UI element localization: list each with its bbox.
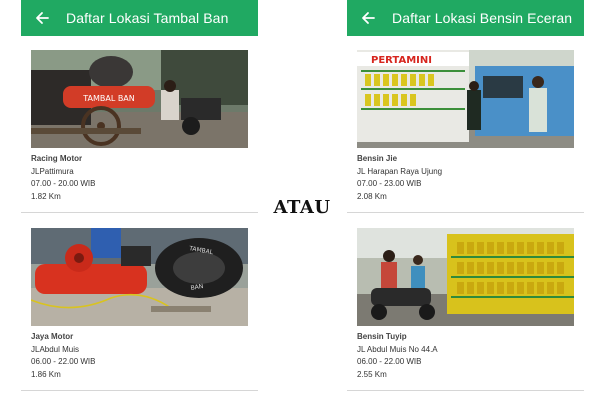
location-info: Racing Motor JLPattimura 07.00 - 20.00 W… bbox=[31, 153, 95, 203]
divider bbox=[347, 212, 584, 213]
list-item[interactable]: Bensin Tuyip JL Abdul Muis No 44.A 06.00… bbox=[347, 214, 584, 400]
location-photo: PERTAMINI bbox=[357, 50, 574, 148]
location-info: Jaya Motor JLAbdul Muis 06.00 - 22.00 WI… bbox=[31, 331, 95, 381]
location-hours: 07.00 - 23.00 WIB bbox=[357, 179, 422, 188]
screen-title: Daftar Lokasi Tambal Ban bbox=[66, 10, 229, 26]
location-name: Bensin Jie bbox=[357, 154, 398, 163]
location-address: JLPattimura bbox=[31, 166, 74, 176]
separator-label: ATAU bbox=[273, 197, 331, 218]
divider bbox=[21, 390, 258, 391]
divider bbox=[347, 390, 584, 391]
location-photo bbox=[357, 228, 574, 326]
location-distance: 1.82 Km bbox=[31, 191, 61, 201]
location-photo: TAMBAL BAN bbox=[31, 50, 248, 148]
location-address: JL Harapan Raya Ujung bbox=[357, 166, 443, 176]
tambal-ban-screen: Daftar Lokasi Tambal Ban TAMBAL BAN Raci… bbox=[21, 0, 258, 400]
location-address: JLAbdul Muis bbox=[31, 344, 80, 354]
app-bar: Daftar Lokasi Bensin Eceran bbox=[347, 0, 584, 36]
svg-text:TAMBAL BAN: TAMBAL BAN bbox=[82, 94, 135, 103]
location-name: Jaya Motor bbox=[31, 332, 74, 341]
svg-text:PERTAMINI: PERTAMINI bbox=[371, 55, 432, 66]
location-hours: 06.00 - 22.00 WIB bbox=[357, 357, 422, 366]
location-info: Bensin Jie JL Harapan Raya Ujung 07.00 -… bbox=[357, 153, 442, 203]
location-photo: TAMBAL BAN bbox=[31, 228, 248, 326]
location-hours: 07.00 - 20.00 WIB bbox=[31, 179, 96, 188]
divider bbox=[21, 212, 258, 213]
arrow-left-icon[interactable] bbox=[356, 6, 380, 30]
location-name: Bensin Tuyip bbox=[357, 332, 407, 341]
location-distance: 2.55 Km bbox=[357, 369, 387, 379]
list-item[interactable]: PERTAMINI Bensin Jie JL Harapan Raya Uju… bbox=[347, 36, 584, 214]
location-info: Bensin Tuyip JL Abdul Muis No 44.A 06.00… bbox=[357, 331, 438, 381]
screen-title: Daftar Lokasi Bensin Eceran bbox=[392, 10, 573, 26]
bensin-eceran-screen: Daftar Lokasi Bensin Eceran PERTAMINI Be… bbox=[347, 0, 584, 400]
location-distance: 2.08 Km bbox=[357, 191, 387, 201]
arrow-left-icon[interactable] bbox=[30, 6, 54, 30]
location-address: JL Abdul Muis No 44.A bbox=[357, 344, 438, 354]
location-name: Racing Motor bbox=[31, 154, 83, 163]
app-bar: Daftar Lokasi Tambal Ban bbox=[21, 0, 258, 36]
list-item[interactable]: TAMBAL BAN Racing Motor JLPattimura 07.0… bbox=[21, 36, 258, 214]
location-distance: 1.86 Km bbox=[31, 369, 61, 379]
list-item[interactable]: TAMBAL BAN Jaya Motor JLAbdul Muis 06.00… bbox=[21, 214, 258, 400]
location-hours: 06.00 - 22.00 WIB bbox=[31, 357, 96, 366]
